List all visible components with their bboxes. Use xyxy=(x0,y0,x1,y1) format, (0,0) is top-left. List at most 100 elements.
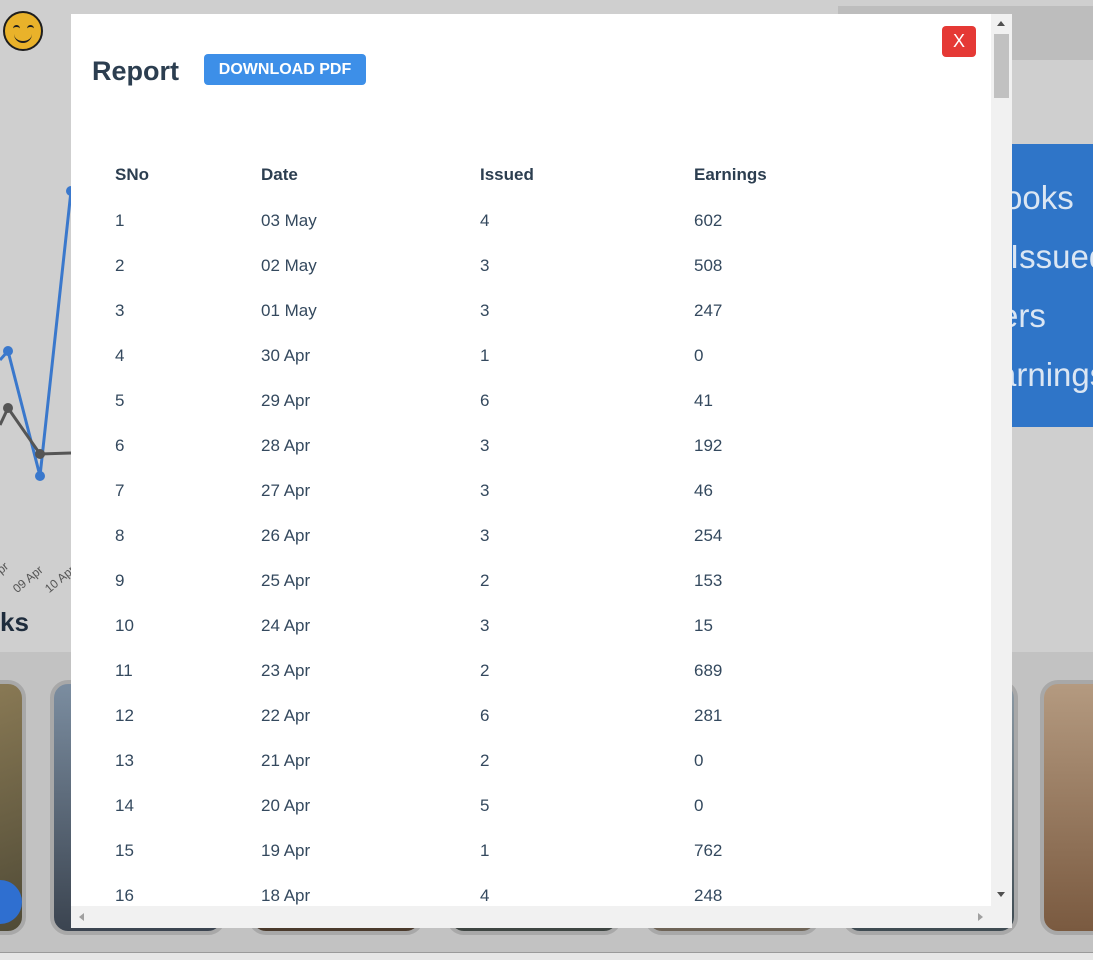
cell-earnings: 762 xyxy=(694,840,723,860)
cell-sno: 3 xyxy=(115,300,125,320)
cell-sno: 2 xyxy=(115,255,125,275)
scroll-left-arrow-icon[interactable] xyxy=(79,913,84,921)
cell-earnings: 153 xyxy=(694,570,723,590)
table-row: 6 28 Apr 3 192 xyxy=(102,423,881,468)
table-row: 13 21 Apr 2 0 xyxy=(102,738,881,783)
cell-sno: 6 xyxy=(115,435,125,455)
chart-point xyxy=(3,403,13,413)
column-header-issued: Issued xyxy=(480,165,534,184)
cell-date: 25 Apr xyxy=(261,570,311,590)
cell-sno: 1 xyxy=(115,210,125,230)
cell-sno: 9 xyxy=(115,570,125,590)
cell-issued: 3 xyxy=(480,300,490,320)
chart-series-secondary-line xyxy=(0,405,72,456)
cell-earnings: 0 xyxy=(694,750,704,770)
table-row: 5 29 Apr 6 41 xyxy=(102,378,881,423)
table-row: 7 27 Apr 3 46 xyxy=(102,468,881,513)
report-modal: Report DOWNLOAD PDF X SNo Date Issued Ea… xyxy=(71,14,1012,928)
vertical-scroll-thumb[interactable] xyxy=(994,34,1009,98)
scroll-right-arrow-icon[interactable] xyxy=(978,913,983,921)
cell-issued: 5 xyxy=(480,795,490,815)
book-card[interactable] xyxy=(1040,680,1093,935)
cell-earnings: 0 xyxy=(694,795,704,815)
cell-issued: 3 xyxy=(480,615,490,635)
table-row: 2 02 May 3 508 xyxy=(102,243,881,288)
book-card[interactable] xyxy=(0,680,26,935)
close-button[interactable]: X xyxy=(942,26,976,57)
table-row: 4 30 Apr 1 0 xyxy=(102,333,881,378)
table-row: 12 22 Apr 6 281 xyxy=(102,693,881,738)
cell-earnings: 254 xyxy=(694,525,723,545)
cell-earnings: 689 xyxy=(694,660,723,680)
cell-sno: 10 xyxy=(115,615,134,635)
cell-issued: 2 xyxy=(480,570,490,590)
cell-sno: 12 xyxy=(115,705,134,725)
cell-earnings: 41 xyxy=(694,390,713,410)
cell-earnings: 602 xyxy=(694,210,723,230)
stats-earnings-label: arnings xyxy=(1012,356,1093,393)
cell-issued: 1 xyxy=(480,345,490,365)
background-line-chart xyxy=(0,186,76,481)
cell-issued: 3 xyxy=(480,480,490,500)
column-header-earnings: Earnings xyxy=(694,165,767,184)
cell-earnings: 192 xyxy=(694,435,723,455)
download-pdf-button[interactable]: DOWNLOAD PDF xyxy=(204,54,366,85)
cell-date: 19 Apr xyxy=(261,840,311,860)
column-header-date: Date xyxy=(261,165,298,184)
table-row: 10 24 Apr 3 15 xyxy=(102,603,881,648)
cell-date: 26 Apr xyxy=(261,525,311,545)
cell-issued: 3 xyxy=(480,255,490,275)
vertical-scrollbar[interactable] xyxy=(991,14,1012,906)
report-title: Report xyxy=(92,56,179,86)
cell-sno: 8 xyxy=(115,525,125,545)
cell-sno: 15 xyxy=(115,840,134,860)
cell-earnings: 46 xyxy=(694,480,713,500)
scroll-up-arrow-icon[interactable] xyxy=(997,21,1005,26)
section-heading: ks xyxy=(0,607,29,637)
stats-panel: ooks Issued ers arnings xyxy=(1012,144,1093,427)
cell-sno: 7 xyxy=(115,480,125,500)
cell-earnings: 15 xyxy=(694,615,713,635)
horizontal-scrollbar[interactable] xyxy=(71,906,1012,928)
cell-sno: 11 xyxy=(115,660,133,680)
chart-point xyxy=(35,471,45,481)
cell-date: 03 May xyxy=(261,210,317,230)
cell-issued: 3 xyxy=(480,525,490,545)
cell-earnings: 247 xyxy=(694,300,723,320)
cell-issued: 6 xyxy=(480,705,490,725)
table-row: 15 19 Apr 1 762 xyxy=(102,828,881,873)
cell-earnings: 281 xyxy=(694,705,723,725)
table-row: 11 23 Apr 2 689 xyxy=(102,648,881,693)
scroll-down-arrow-icon[interactable] xyxy=(997,892,1005,897)
cell-sno: 5 xyxy=(115,390,125,410)
cell-sno: 14 xyxy=(115,795,134,815)
table-row: 9 25 Apr 2 153 xyxy=(102,558,881,603)
cell-date: 23 Apr xyxy=(261,660,311,680)
table-row: 3 01 May 3 247 xyxy=(102,288,881,333)
table-body: 1 03 May 4 602 2 02 May 3 508 3 01 May 3 247 4 30 Apr… xyxy=(102,198,881,918)
cell-earnings: 508 xyxy=(694,255,723,275)
cell-issued: 6 xyxy=(480,390,490,410)
cell-date: 27 Apr xyxy=(261,480,311,500)
column-header-sno: SNo xyxy=(115,165,149,184)
cell-issued: 2 xyxy=(480,750,490,770)
cell-sno: 13 xyxy=(115,750,134,770)
card-action-button[interactable] xyxy=(0,880,22,924)
cell-issued: 1 xyxy=(480,840,490,860)
cell-date: 02 May xyxy=(261,255,317,275)
stats-books-label: ooks xyxy=(1012,179,1074,216)
cell-date: 01 May xyxy=(261,300,317,320)
cell-date: 24 Apr xyxy=(261,615,311,635)
table-row: 1 03 May 4 602 xyxy=(102,198,881,243)
cell-sno: 4 xyxy=(115,345,125,365)
cell-issued: 3 xyxy=(480,435,490,455)
chart-point xyxy=(3,346,13,356)
table-row: 8 26 Apr 3 254 xyxy=(102,513,881,558)
chart-point xyxy=(35,449,45,459)
cell-date: 30 Apr xyxy=(261,345,311,365)
report-table: SNo Date Issued Earnings 1 03 May 4 602 2 02 … xyxy=(102,152,881,918)
cell-date: 20 Apr xyxy=(261,795,311,815)
table-header-row: SNo Date Issued Earnings xyxy=(102,152,881,198)
cell-issued: 2 xyxy=(480,660,490,680)
stats-users-label: ers xyxy=(1012,297,1046,334)
